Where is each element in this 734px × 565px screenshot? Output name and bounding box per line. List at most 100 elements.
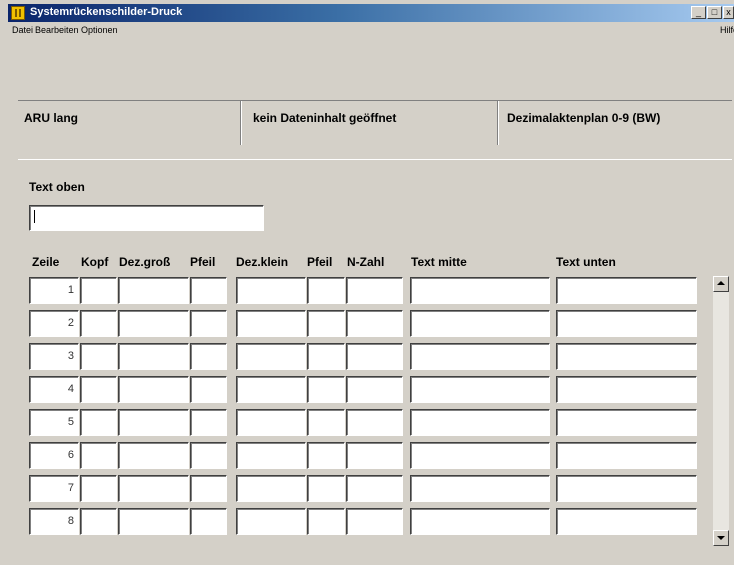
info-separator	[240, 101, 242, 145]
col-header-pfeil-1: Pfeil	[190, 255, 216, 269]
maximize-button[interactable]: □	[707, 6, 722, 19]
cell-pfeil-2[interactable]	[307, 475, 345, 502]
cell-text-unten[interactable]	[556, 310, 697, 337]
cell-dez-klein[interactable]	[236, 376, 306, 403]
cell-kopf[interactable]	[80, 277, 117, 304]
info-left: ARU lang	[24, 111, 78, 125]
cell-dez-klein[interactable]	[236, 508, 306, 535]
cell-pfeil-1[interactable]	[190, 409, 227, 436]
cell-zeile[interactable]: 2	[29, 310, 79, 337]
cell-text-mitte[interactable]	[410, 442, 550, 469]
cell-zeile[interactable]: 8	[29, 508, 79, 535]
menu-optionen[interactable]: Optionen	[81, 25, 118, 35]
cell-zeile[interactable]: 4	[29, 376, 79, 403]
col-header-pfeil-2: Pfeil	[307, 255, 333, 269]
cell-n-zahl[interactable]	[346, 442, 403, 469]
cell-pfeil-1[interactable]	[190, 277, 227, 304]
cell-text-unten[interactable]	[556, 343, 697, 370]
cell-pfeil-2[interactable]	[307, 442, 345, 469]
cell-n-zahl[interactable]	[346, 277, 403, 304]
cell-kopf[interactable]	[80, 442, 117, 469]
cell-text-mitte[interactable]	[410, 508, 550, 535]
cell-dez-gross[interactable]	[118, 376, 189, 403]
cell-text-unten[interactable]	[556, 376, 697, 403]
cell-pfeil-1[interactable]	[190, 442, 227, 469]
cell-n-zahl[interactable]	[346, 475, 403, 502]
cell-dez-gross[interactable]	[118, 475, 189, 502]
cell-text-mitte[interactable]	[410, 475, 550, 502]
cell-zeile[interactable]: 7	[29, 475, 79, 502]
cell-n-zahl[interactable]	[346, 409, 403, 436]
window-title: Systemrückenschilder-Druck	[30, 6, 183, 18]
cell-text-mitte[interactable]	[410, 376, 550, 403]
cell-dez-klein[interactable]	[236, 442, 306, 469]
cell-dez-gross[interactable]	[118, 310, 189, 337]
cell-pfeil-2[interactable]	[307, 277, 345, 304]
cell-pfeil-2[interactable]	[307, 310, 345, 337]
vertical-scrollbar[interactable]	[713, 276, 729, 546]
cell-text-mitte[interactable]	[410, 343, 550, 370]
menu-hilfe[interactable]: Hilfe	[720, 25, 734, 35]
cell-pfeil-1[interactable]	[190, 475, 227, 502]
cell-text-unten[interactable]	[556, 442, 697, 469]
info-right: Dezimalaktenplan 0-9 (BW)	[507, 111, 661, 125]
info-separator	[497, 101, 499, 145]
cell-n-zahl[interactable]	[346, 376, 403, 403]
cell-dez-gross[interactable]	[118, 277, 189, 304]
cell-pfeil-1[interactable]	[190, 310, 227, 337]
cell-text-mitte[interactable]	[410, 310, 550, 337]
cell-kopf[interactable]	[80, 343, 117, 370]
cell-kopf[interactable]	[80, 409, 117, 436]
text-oben-input[interactable]	[29, 205, 264, 231]
cell-dez-gross[interactable]	[118, 343, 189, 370]
cell-n-zahl[interactable]	[346, 310, 403, 337]
cell-kopf[interactable]	[80, 310, 117, 337]
cell-pfeil-1[interactable]	[190, 376, 227, 403]
cell-pfeil-2[interactable]	[307, 508, 345, 535]
toolbar	[8, 40, 734, 122]
col-header-text-mitte: Text mitte	[411, 255, 467, 269]
cell-dez-klein[interactable]	[236, 475, 306, 502]
cell-dez-klein[interactable]	[236, 409, 306, 436]
cell-pfeil-1[interactable]	[190, 343, 227, 370]
cell-text-mitte[interactable]	[410, 277, 550, 304]
cell-dez-gross[interactable]	[118, 508, 189, 535]
cell-pfeil-2[interactable]	[307, 409, 345, 436]
cell-pfeil-1[interactable]	[190, 508, 227, 535]
cell-zeile[interactable]: 5	[29, 409, 79, 436]
scroll-down-button[interactable]	[713, 530, 729, 546]
cell-zeile[interactable]: 1	[29, 277, 79, 304]
scroll-up-button[interactable]	[713, 276, 729, 292]
col-header-n-zahl: N-Zahl	[347, 255, 385, 269]
cell-zeile[interactable]: 6	[29, 442, 79, 469]
menu-bar: Datei Bearbeiten Optionen Hilfe	[8, 23, 734, 39]
cell-dez-gross[interactable]	[118, 442, 189, 469]
title-bar[interactable]: Systemrückenschilder-Druck _ □ x	[8, 4, 734, 22]
col-header-dez-gross: Dez.groß	[119, 255, 171, 269]
cell-dez-gross[interactable]	[118, 409, 189, 436]
cell-text-unten[interactable]	[556, 508, 697, 535]
cell-n-zahl[interactable]	[346, 508, 403, 535]
cell-dez-klein[interactable]	[236, 343, 306, 370]
col-header-dez-klein: Dez.klein	[236, 255, 289, 269]
cell-text-unten[interactable]	[556, 409, 697, 436]
minimize-button[interactable]: _	[691, 6, 706, 19]
cell-dez-klein[interactable]	[236, 310, 306, 337]
cell-text-unten[interactable]	[556, 277, 697, 304]
menu-datei[interactable]: Datei	[12, 25, 33, 35]
cell-n-zahl[interactable]	[346, 343, 403, 370]
menu-bearbeiten[interactable]: Bearbeiten	[35, 25, 79, 35]
cell-pfeil-2[interactable]	[307, 376, 345, 403]
cell-kopf[interactable]	[80, 508, 117, 535]
app-icon[interactable]	[11, 6, 25, 20]
cell-kopf[interactable]	[80, 376, 117, 403]
cell-kopf[interactable]	[80, 475, 117, 502]
cell-zeile[interactable]: 3	[29, 343, 79, 370]
col-header-zeile: Zeile	[32, 255, 60, 269]
app-window: Systemrückenschilder-Druck _ □ x Datei B…	[8, 4, 734, 565]
cell-dez-klein[interactable]	[236, 277, 306, 304]
cell-text-unten[interactable]	[556, 475, 697, 502]
close-button[interactable]: x	[723, 6, 734, 19]
cell-text-mitte[interactable]	[410, 409, 550, 436]
cell-pfeil-2[interactable]	[307, 343, 345, 370]
